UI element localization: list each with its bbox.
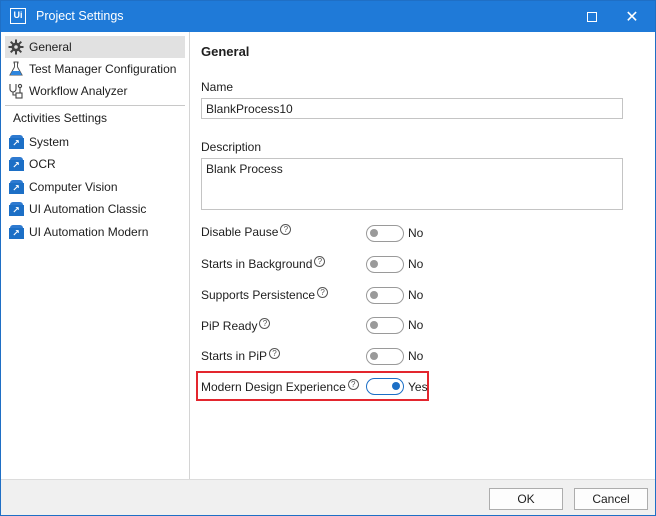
activity-package-icon: ↗: [8, 201, 24, 217]
help-icon[interactable]: ?: [280, 223, 292, 235]
dialog-footer: OK Cancel: [1, 479, 655, 515]
sidebar-item-test-manager-configuration[interactable]: Test Manager Configuration: [5, 58, 185, 80]
sidebar-item-ui-automation-classic[interactable]: ↗ UI Automation Classic: [5, 198, 185, 220]
pip-ready-label: PiP Ready?: [201, 317, 271, 333]
option-label-text: PiP Ready: [201, 319, 258, 333]
window-title: Project Settings: [36, 9, 124, 23]
modern-design-experience-state: Yes: [408, 380, 428, 394]
sidebar-item-label: UI Automation Modern: [29, 225, 149, 239]
maximize-icon: [587, 11, 597, 22]
help-icon[interactable]: ?: [317, 286, 329, 298]
sidebar-item-label: OCR: [29, 157, 56, 171]
sidebar-item-label: UI Automation Classic: [29, 202, 147, 216]
modern-design-experience-toggle[interactable]: [366, 378, 404, 395]
option-label-text: Modern Design Experience: [201, 380, 346, 394]
name-label: Name: [201, 80, 234, 94]
supports-persistence-state: No: [408, 288, 424, 302]
ok-button[interactable]: OK: [489, 488, 563, 510]
starts-in-background-toggle[interactable]: [366, 256, 404, 273]
starts-in-pip-toggle[interactable]: [366, 348, 404, 365]
sidebar-item-system[interactable]: ↗ System: [5, 131, 185, 153]
gear-icon: [8, 39, 24, 55]
disable-pause-state: No: [408, 226, 424, 240]
page-title: General: [201, 44, 250, 59]
help-icon[interactable]: ?: [347, 378, 359, 390]
toggle-knob: [370, 260, 378, 268]
supports-persistence-toggle[interactable]: [366, 287, 404, 304]
sidebar-item-label: System: [29, 135, 70, 149]
sidebar-item-ui-automation-modern[interactable]: ↗ UI Automation Modern: [5, 221, 185, 243]
pip-ready-toggle[interactable]: [366, 317, 404, 334]
sidebar-item-label: Test Manager Configuration: [29, 62, 177, 76]
sidebar-item-label: Computer Vision: [29, 180, 118, 194]
modern-design-experience-label: Modern Design Experience?: [201, 378, 359, 394]
toggle-knob: [370, 291, 378, 299]
activities-settings-heading: Activities Settings: [13, 111, 108, 125]
uipath-logo-icon: Ui: [10, 8, 26, 24]
starts-in-pip-state: No: [408, 349, 424, 363]
help-icon[interactable]: ?: [314, 255, 326, 267]
starts-in-pip-label: Starts in PiP?: [201, 347, 281, 363]
supports-persistence-label: Supports Persistence?: [201, 286, 329, 302]
pip-ready-state: No: [408, 318, 424, 332]
toggle-knob: [370, 229, 378, 237]
toggle-knob: [370, 321, 378, 329]
toggle-knob: [392, 382, 400, 390]
sidebar-item-general[interactable]: General: [5, 36, 185, 58]
sidebar-item-ocr[interactable]: ↗ OCR: [5, 153, 185, 175]
sidebar: General Test Manager Configuration Workf…: [1, 32, 189, 479]
activity-package-icon: ↗: [8, 156, 24, 172]
activity-package-icon: ↗: [8, 224, 24, 240]
disable-pause-toggle[interactable]: [366, 225, 404, 242]
help-icon[interactable]: ?: [269, 347, 281, 359]
option-label-text: Starts in PiP: [201, 349, 268, 363]
name-input[interactable]: [201, 98, 623, 119]
option-label-text: Disable Pause: [201, 225, 279, 239]
starts-in-background-state: No: [408, 257, 424, 271]
description-input[interactable]: Blank Process: [201, 158, 623, 210]
option-label-text: Supports Persistence: [201, 288, 316, 302]
sidebar-item-computer-vision[interactable]: ↗ Computer Vision: [5, 176, 185, 198]
general-settings-panel: General Name Description Blank Process D…: [190, 32, 655, 479]
sidebar-item-label: General: [29, 40, 72, 54]
close-icon: ✕: [625, 6, 639, 26]
option-label-text: Starts in Background: [201, 257, 313, 271]
workflow-analyzer-icon: [8, 83, 24, 99]
flask-icon: [8, 61, 24, 77]
starts-in-background-label: Starts in Background?: [201, 255, 326, 271]
disable-pause-label: Disable Pause?: [201, 223, 292, 239]
activity-package-icon: ↗: [8, 179, 24, 195]
toggle-knob: [370, 352, 378, 360]
cancel-button[interactable]: Cancel: [574, 488, 648, 510]
activity-package-icon: ↗: [8, 134, 24, 150]
sidebar-item-workflow-analyzer[interactable]: Workflow Analyzer: [5, 80, 185, 102]
sidebar-item-label: Workflow Analyzer: [29, 84, 128, 98]
sidebar-divider: [5, 105, 185, 106]
title-bar[interactable]: Ui Project Settings ✕: [1, 1, 655, 32]
project-settings-window: Ui Project Settings ✕ General Test Manag…: [0, 0, 656, 516]
description-label: Description: [201, 140, 262, 154]
close-button[interactable]: ✕: [609, 1, 655, 32]
help-icon[interactable]: ?: [259, 317, 271, 329]
